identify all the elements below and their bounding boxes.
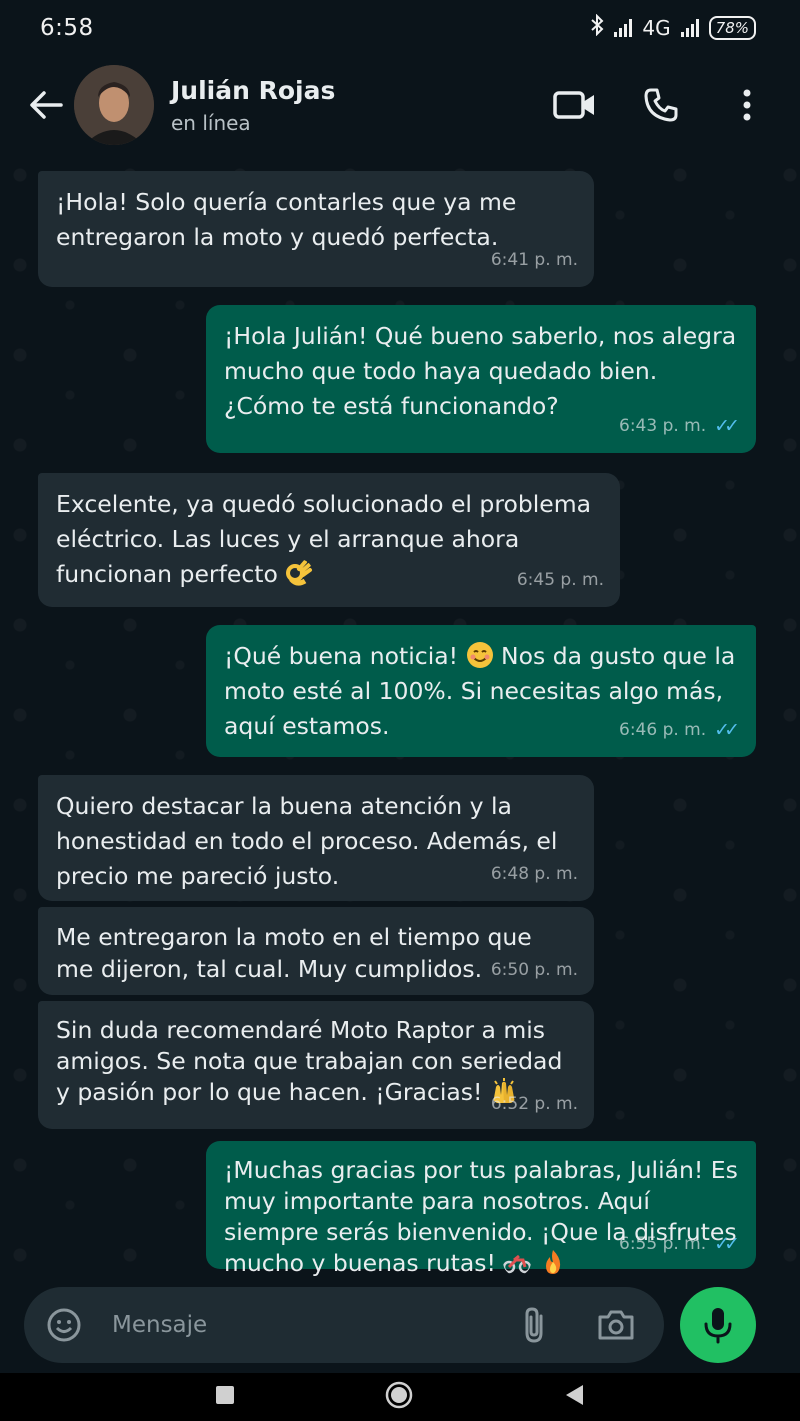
- message-time: 6:55 p. m.: [619, 1234, 707, 1254]
- message-time: 6:52 p. m.: [490, 1094, 578, 1114]
- message-incoming[interactable]: Quiero destacar la buena atención y la h…: [38, 775, 594, 901]
- arrow-left-icon: [30, 91, 63, 119]
- system-nav-bar: [0, 1373, 800, 1421]
- message-time: 6:46 p. m.: [619, 720, 707, 740]
- message-text: Me entregaron la moto en el tiempo que m…: [56, 923, 532, 983]
- message-outgoing[interactable]: ¡Qué buena noticia! Nos da gusto que la …: [206, 625, 756, 757]
- signal-icon: [614, 18, 633, 37]
- battery-indicator: 78%: [708, 15, 756, 40]
- message-text: Quiero destacar la buena atención y la h…: [56, 792, 558, 890]
- contact-name: Julián Rojas: [171, 75, 336, 105]
- message-meta: 6:45 p. m.: [517, 563, 604, 598]
- message-text: ¡Qué buena noticia!: [224, 642, 459, 670]
- chat-header: Julián Rojas en línea: [0, 55, 800, 155]
- message-incoming[interactable]: Excelente, ya quedó solucionado el probl…: [38, 473, 620, 607]
- status-indicators: 4G 78%: [590, 13, 756, 41]
- status-time: 6:58: [40, 14, 94, 41]
- camera-icon: [598, 1310, 634, 1340]
- video-call-button[interactable]: [552, 82, 598, 128]
- message-time: 6:48 p. m.: [490, 864, 578, 884]
- voice-message-button[interactable]: [680, 1287, 756, 1363]
- message-meta: 6:43 p. m. ✓✓: [619, 409, 740, 444]
- message-time: 6:41 p. m.: [490, 250, 578, 270]
- message-time: 6:50 p. m.: [490, 960, 578, 980]
- message-text: ¡Hola Julián! Qué bueno saberlo, nos ale…: [224, 322, 737, 420]
- message-text: Excelente, ya quedó solucionado el probl…: [56, 490, 592, 588]
- avatar[interactable]: [74, 65, 154, 145]
- motorcycle-emoji-icon: [503, 1254, 532, 1274]
- message-outgoing[interactable]: ¡Muchas gracias por tus palabras, Julián…: [206, 1141, 756, 1277]
- bluetooth-icon: [590, 13, 604, 41]
- message-incoming[interactable]: ¡Hola! Solo quería contarles que ya me e…: [38, 171, 594, 287]
- message-outgoing[interactable]: ¡Hola Julián! Qué bueno saberlo, nos ale…: [206, 305, 756, 453]
- message-input[interactable]: [112, 1312, 512, 1338]
- double-check-icon: ✓✓: [714, 415, 740, 437]
- message-meta: 6:48 p. m.: [491, 857, 578, 892]
- header-actions: [552, 82, 770, 128]
- recents-button[interactable]: [215, 1385, 235, 1409]
- message-meta: 6:55 p. m. ✓✓: [619, 1229, 740, 1260]
- double-check-icon: ✓✓: [714, 719, 740, 741]
- contact-info[interactable]: Julián Rojas en línea: [171, 76, 335, 135]
- emoji-button[interactable]: [42, 1303, 86, 1347]
- message-composer: [24, 1287, 664, 1363]
- voice-call-button[interactable]: [638, 82, 684, 128]
- more-options-button[interactable]: [724, 82, 770, 128]
- circle-icon: [385, 1381, 413, 1409]
- chat-area[interactable]: ¡Hola! Solo quería contarles que ya me e…: [0, 155, 800, 1285]
- message-meta: 6:46 p. m. ✓✓: [619, 713, 740, 748]
- phone-icon: [644, 88, 678, 122]
- message-incoming[interactable]: Me entregaron la moto en el tiempo que m…: [38, 907, 594, 995]
- status-bar: 6:58 4G 78%: [0, 0, 800, 55]
- triangle-back-icon: [566, 1385, 583, 1405]
- message-text: Sin duda recomendaré Moto Raptor a mis a…: [56, 1016, 563, 1106]
- back-button[interactable]: [18, 77, 74, 133]
- smiling-face-emoji-icon: [466, 642, 493, 668]
- contact-status: en línea: [171, 110, 251, 135]
- message-meta: 6:50 p. m.: [491, 954, 578, 986]
- message-meta: 6:52 p. m.: [491, 1089, 578, 1120]
- home-button[interactable]: [385, 1381, 413, 1413]
- paperclip-icon: [525, 1307, 543, 1343]
- camera-button[interactable]: [594, 1303, 638, 1347]
- signal-icon-2: [680, 18, 699, 37]
- back-nav-button[interactable]: [563, 1383, 585, 1411]
- message-time: 6:45 p. m.: [516, 570, 604, 590]
- double-check-icon: ✓✓: [714, 1233, 740, 1255]
- ok-hand-emoji-icon: [286, 560, 313, 586]
- fire-emoji-icon: [545, 1250, 561, 1274]
- microphone-icon: [704, 1308, 732, 1344]
- more-vertical-icon: [743, 89, 751, 121]
- attach-button[interactable]: [512, 1303, 556, 1347]
- message-incoming[interactable]: Sin duda recomendaré Moto Raptor a mis a…: [38, 1001, 594, 1129]
- square-icon: [216, 1386, 234, 1404]
- message-meta: 6:41 p. m.: [491, 243, 578, 278]
- network-type: 4G: [642, 15, 671, 40]
- smiley-icon: [47, 1308, 81, 1342]
- message-time: 6:43 p. m.: [619, 416, 707, 436]
- message-text: ¡Hola! Solo quería contarles que ya me e…: [56, 188, 517, 251]
- video-camera-icon: [553, 91, 594, 119]
